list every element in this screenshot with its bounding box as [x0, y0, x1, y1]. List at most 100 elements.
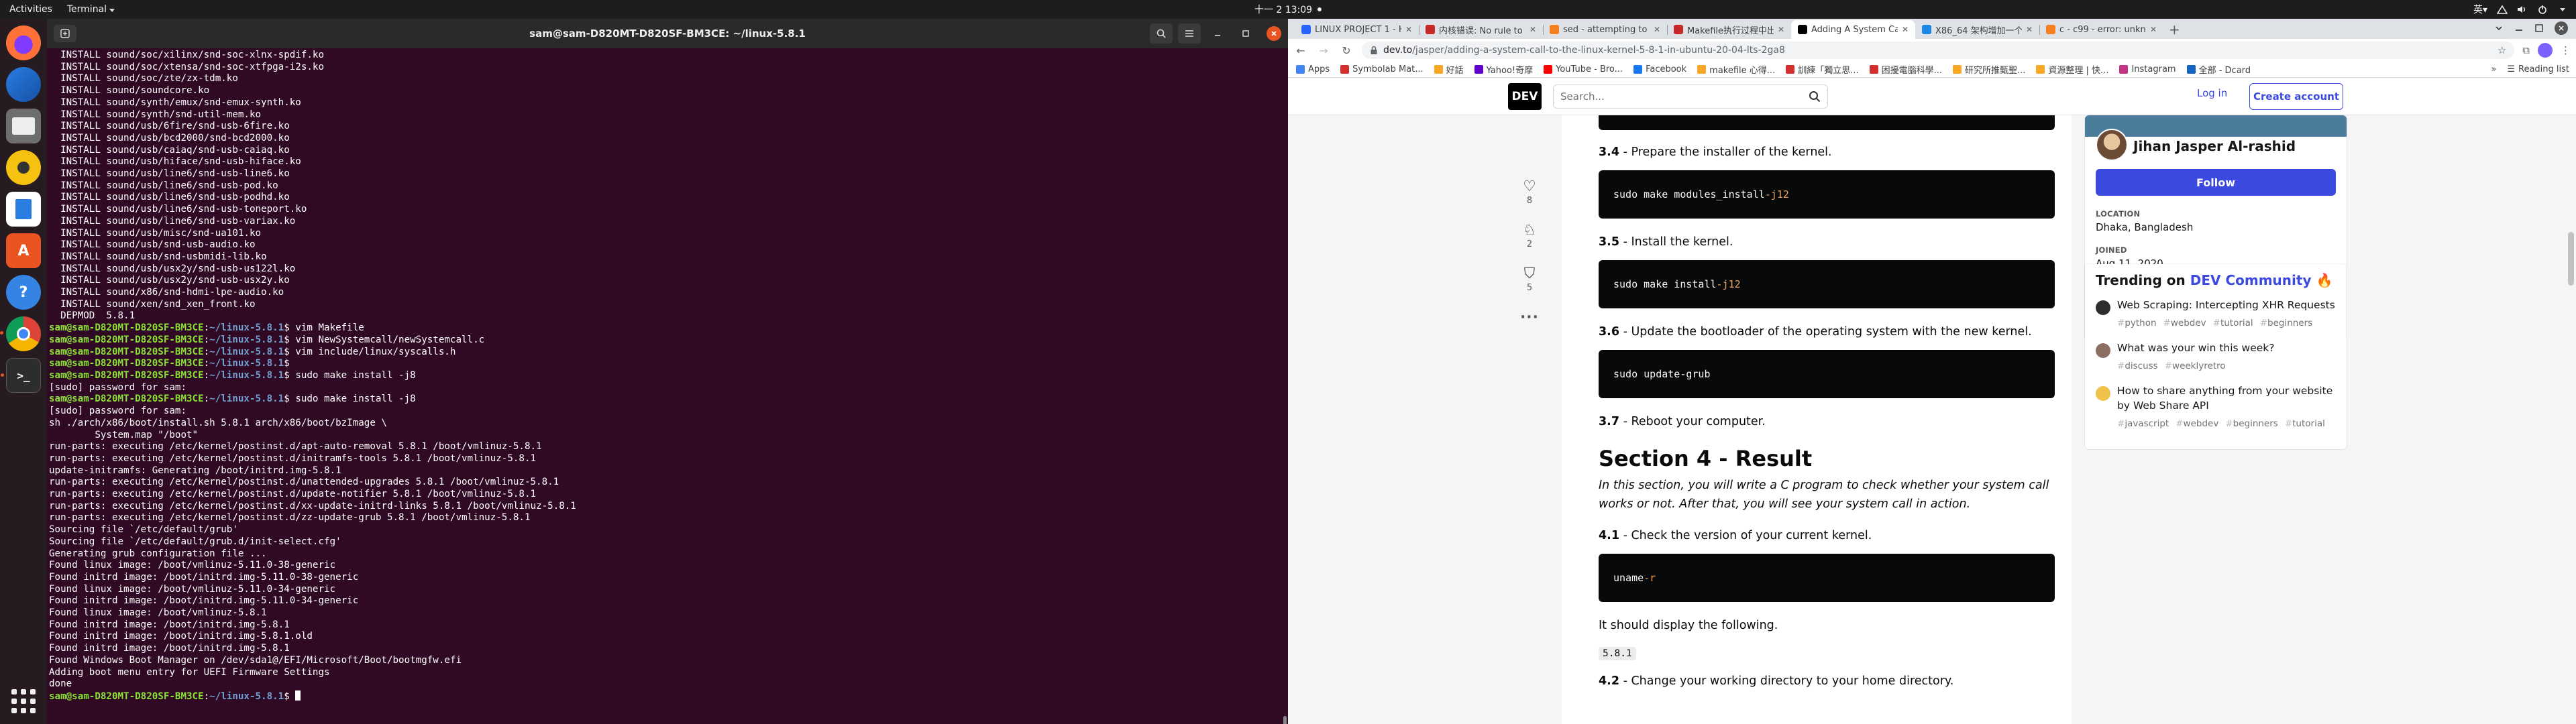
close-tab-icon[interactable]: ✕ [1654, 25, 1660, 34]
more-vert-icon[interactable]: ⋮ [2561, 44, 2571, 56]
close-tab-icon[interactable]: ✕ [2150, 25, 2157, 34]
bookmark-item[interactable]: Yahoo!奇摩 [1474, 63, 1533, 76]
tab-search-icon[interactable] [2494, 23, 2504, 33]
trending-item[interactable]: Web Scraping: Intercepting XHR Requests p… [2096, 298, 2336, 331]
extensions-icon[interactable]: ⧉ [2522, 44, 2530, 56]
close-tab-icon[interactable]: ✕ [2026, 25, 2033, 34]
tag[interactable]: python [2117, 318, 2157, 328]
search-button[interactable] [1150, 23, 1173, 44]
reading-list-button[interactable]: ☰ Reading list [2507, 64, 2569, 74]
system-menu-chevron-icon[interactable] [2560, 7, 2565, 11]
bookmark-item[interactable]: 困擾電腦科學... [1869, 63, 1942, 76]
bookmark-item[interactable]: Apps [1296, 63, 1330, 76]
browser-tab[interactable]: LINUX PROJECT 1 - Hack ✕ [1295, 20, 1419, 39]
clock[interactable]: 十一 2 13:09 [1254, 3, 1322, 16]
maximize-icon[interactable] [2534, 23, 2544, 33]
browser-tab[interactable]: sed - attempting to m ✕ [1543, 20, 1667, 39]
bookmark-item[interactable]: YouTube - Bro... [1544, 63, 1623, 76]
star-icon[interactable]: ☆ [2498, 44, 2506, 56]
tag[interactable]: weeklyretro [2165, 361, 2226, 371]
trending-title[interactable]: Web Scraping: Intercepting XHR Requests [2117, 298, 2335, 312]
reaction-button[interactable]: ⛉ 5 [1523, 265, 1536, 293]
active-prompt-line[interactable]: sam@sam-D820MT-D820SF-BM3CE:~/linux-5.8.… [49, 690, 1288, 703]
search-input[interactable]: Search... [1553, 84, 1828, 109]
menu-button[interactable] [1178, 23, 1201, 44]
tag[interactable]: tutorial [2213, 318, 2253, 328]
bookmark-item[interactable]: 訓練「獨立思... [1786, 63, 1859, 76]
tag[interactable]: webdev [2163, 318, 2206, 328]
volume-icon[interactable] [2517, 5, 2528, 14]
close-button[interactable] [2555, 21, 2568, 35]
more-bookmarks-button[interactable]: » [2491, 64, 2496, 74]
network-icon[interactable] [2497, 5, 2508, 14]
close-tab-icon[interactable]: ✕ [1529, 25, 1536, 34]
rhythmbox-icon[interactable] [6, 150, 41, 185]
profile-avatar[interactable] [2538, 43, 2553, 58]
browser-tab[interactable]: Makefile执行过程中出 ✕ [1667, 20, 1791, 39]
browser-tab[interactable]: X86_64 架构增加一个 ✕ [1915, 20, 2039, 39]
reaction-button[interactable]: ♡ 8 [1523, 178, 1536, 206]
terminal-icon[interactable]: >_ [1, 358, 41, 393]
terminal-window[interactable]: sam@sam-D820MT-D820SF-BM3CE: ~/linux-5.8… [47, 19, 1288, 724]
terminal-output[interactable]: INSTALL sound/soc/xilinx/snd-soc-xlnx-sp… [47, 48, 1288, 724]
back-arrow-icon[interactable]: ← [1293, 44, 1308, 57]
close-tab-icon[interactable]: ✕ [1405, 25, 1412, 34]
activities-button[interactable]: Activities [9, 4, 52, 15]
minimize-icon[interactable] [2514, 23, 2524, 33]
software-center-icon[interactable]: A [6, 233, 41, 268]
chrome-icon[interactable] [0, 316, 41, 351]
trending-title[interactable]: What was your win this week? [2117, 341, 2275, 355]
minimize-button[interactable] [1206, 23, 1229, 44]
close-tab-icon[interactable]: ✕ [1778, 25, 1784, 34]
lock-icon[interactable] [1370, 46, 1378, 55]
bookmark-item[interactable]: Symbolab Mat... [1340, 63, 1424, 76]
app-menu[interactable]: Terminal [67, 4, 115, 15]
browser-tab[interactable]: Adding A System Call ✕ [1791, 20, 1915, 39]
close-button[interactable] [1267, 26, 1281, 41]
help-icon[interactable]: ? [6, 275, 41, 310]
input-method-indicator[interactable]: 英▾ [2473, 3, 2487, 16]
page-scrollbar[interactable] [2568, 232, 2574, 286]
reload-icon[interactable]: ↻ [1339, 44, 1354, 57]
new-tab-button[interactable]: + [2163, 21, 2187, 39]
trending-item[interactable]: What was your win this week? discuss weekl… [2096, 341, 2336, 374]
browser-tab[interactable]: c - c99 - error: unkno ✕ [2039, 20, 2163, 39]
address-bar[interactable]: dev.to/jasper/adding-a-system-call-to-th… [1362, 42, 2515, 59]
tag[interactable]: javascript [2117, 418, 2169, 429]
more-actions-button[interactable]: ··· [1520, 309, 1539, 326]
create-account-button[interactable]: Create account [2249, 83, 2343, 110]
trending-title[interactable]: How to share anything from your website … [2117, 383, 2336, 413]
avatar[interactable] [2096, 129, 2128, 161]
heading-brand[interactable]: DEV Community [2190, 272, 2312, 288]
tag[interactable]: webdev [2176, 418, 2218, 429]
terminal-scrollbar[interactable] [1283, 716, 1287, 724]
dev-logo[interactable]: DEV [1508, 83, 1542, 110]
follow-button[interactable]: Follow [2096, 169, 2336, 196]
tag[interactable]: beginners [2225, 418, 2278, 429]
files-icon[interactable] [6, 109, 41, 143]
close-tab-icon[interactable]: ✕ [1902, 25, 1909, 34]
new-tab-button[interactable] [54, 25, 76, 42]
thunderbird-icon[interactable] [6, 67, 41, 102]
bookmark-item[interactable]: makefile 心得... [1697, 63, 1775, 76]
search-icon[interactable] [1809, 90, 1821, 103]
browser-tab[interactable]: 内核错误: No rule to m ✕ [1419, 20, 1543, 39]
bookmark-item[interactable]: Instagram [2119, 63, 2176, 76]
tag[interactable]: tutorial [2285, 418, 2325, 429]
bookmark-item[interactable]: 全部 - Dcard [2186, 63, 2251, 76]
tag[interactable]: beginners [2260, 318, 2313, 328]
reaction-button[interactable]: ♘ 2 [1523, 222, 1536, 249]
firefox-icon[interactable] [6, 25, 41, 60]
login-link[interactable]: Log in [2197, 87, 2227, 99]
bookmark-item[interactable]: Facebook [1633, 63, 1686, 76]
show-applications-icon[interactable] [11, 689, 36, 713]
forward-arrow-icon[interactable]: → [1316, 44, 1331, 57]
bookmark-item[interactable]: 好話 [1434, 63, 1464, 76]
trending-item[interactable]: How to share anything from your website … [2096, 383, 2336, 432]
libreoffice-writer-icon[interactable] [6, 192, 41, 227]
power-icon[interactable] [2537, 5, 2548, 14]
tag[interactable]: discuss [2117, 361, 2158, 371]
bookmark-item[interactable]: 資源整理 | 快... [2036, 63, 2108, 76]
maximize-button[interactable] [1234, 23, 1257, 44]
author-name[interactable]: Jihan Jasper Al-rashid [2133, 138, 2296, 154]
